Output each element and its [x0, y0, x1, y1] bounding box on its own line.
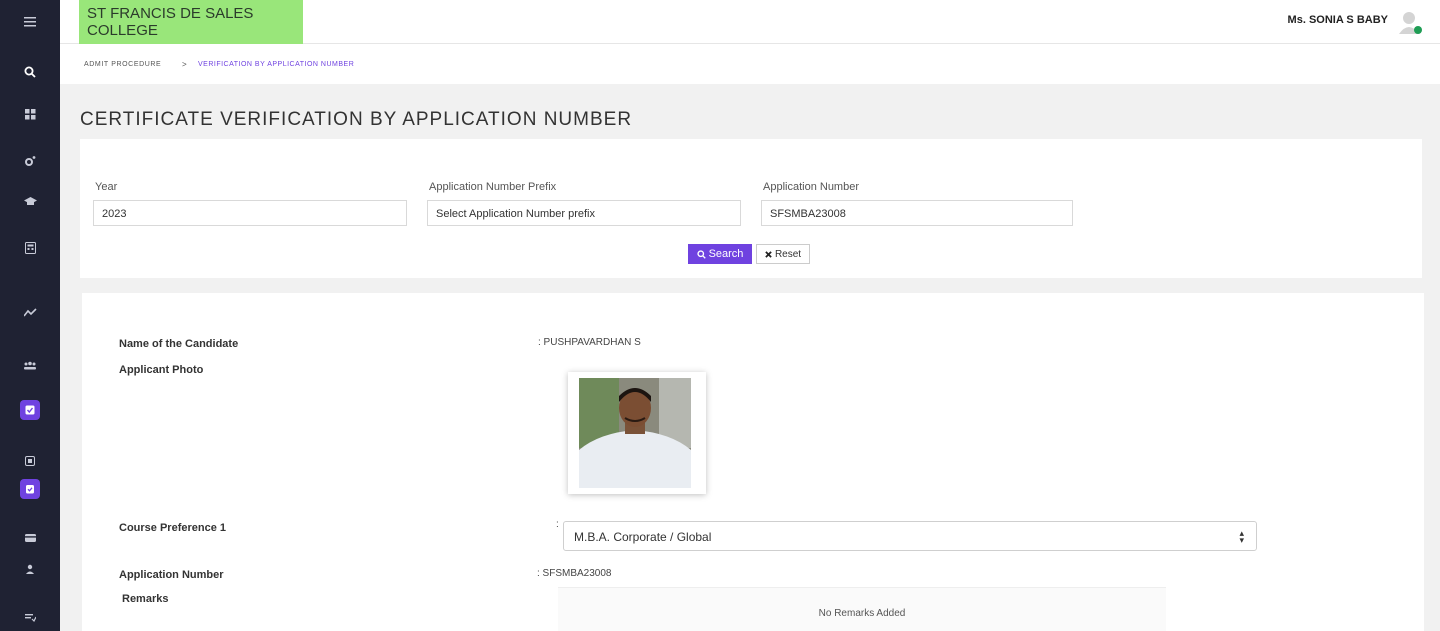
reset-button-label: Reset	[774, 248, 802, 260]
online-status-dot	[1414, 26, 1422, 34]
course-colon: :	[556, 519, 559, 530]
course-preference-value: M.B.A. Corporate / Global	[574, 530, 712, 544]
graduation-cap-icon[interactable]	[18, 190, 42, 214]
select-arrows-icon: ▴ ▾	[1239, 528, 1244, 545]
search-icon[interactable]	[18, 60, 42, 84]
list-filter-icon[interactable]	[18, 605, 42, 629]
breadcrumb-separator: >	[182, 60, 187, 69]
checkbox-icon[interactable]	[20, 400, 40, 420]
avatar[interactable]	[1398, 10, 1422, 34]
applicant-photo-label: Applicant Photo	[119, 364, 204, 376]
clipboard-check-icon[interactable]	[20, 479, 40, 499]
remarks-label: Remarks	[122, 593, 169, 605]
prefix-select[interactable]: Select Application Number prefix	[427, 200, 741, 226]
dashboard-icon[interactable]	[18, 102, 42, 126]
search-button[interactable]: Search	[688, 244, 752, 264]
remarks-box: No Remarks Added	[558, 587, 1166, 631]
users-icon[interactable]	[18, 353, 42, 377]
chart-line-icon[interactable]	[18, 300, 42, 324]
breadcrumb: ADMIT PROCEDURE > VERIFICATION BY APPLIC…	[60, 44, 1440, 84]
sidebar	[0, 0, 60, 631]
prefix-label: Application Number Prefix	[429, 181, 557, 193]
college-name[interactable]: ST FRANCIS DE SALES COLLEGE	[79, 0, 303, 44]
breadcrumb-root[interactable]: ADMIT PROCEDURE	[84, 61, 161, 68]
page-title: CERTIFICATE VERIFICATION BY APPLICATION …	[80, 109, 633, 130]
search-panel: Year 2023 Application Number Prefix Sele…	[80, 139, 1422, 278]
candidate-details-panel: Name of the Candidate : PUSHPAVARDHAN S …	[82, 293, 1424, 631]
applicant-photo-image	[579, 378, 691, 488]
user-name[interactable]: Ms. SONIA S BABY	[1288, 14, 1388, 26]
application-number-detail-value: : SFSMBA23008	[537, 568, 612, 579]
candidate-name-label: Name of the Candidate	[119, 338, 239, 350]
application-number-detail-label: Application Number	[119, 569, 224, 581]
document-icon[interactable]	[18, 449, 42, 473]
search-button-label: Search	[708, 248, 744, 260]
candidate-name-value: : PUSHPAVARDHAN S	[538, 337, 641, 348]
search-icon	[696, 249, 706, 259]
year-label: Year	[95, 181, 118, 193]
year-field[interactable]: 2023	[93, 200, 407, 226]
menu-icon[interactable]	[18, 10, 42, 34]
reset-button[interactable]: Reset	[756, 244, 810, 264]
breadcrumb-current: VERIFICATION BY APPLICATION NUMBER	[198, 61, 355, 68]
settings-icon[interactable]	[18, 149, 42, 173]
calculator-icon[interactable]	[18, 236, 42, 260]
course-preference-select[interactable]: M.B.A. Corporate / Global ▴ ▾	[563, 521, 1257, 551]
user-icon[interactable]	[18, 557, 42, 581]
top-header: ST FRANCIS DE SALES COLLEGE Ms. SONIA S …	[60, 0, 1440, 44]
close-icon	[765, 250, 772, 258]
applicant-photo	[568, 372, 706, 494]
remarks-text: No Remarks Added	[818, 608, 906, 619]
card-icon[interactable]	[18, 526, 42, 550]
application-number-label: Application Number	[763, 181, 859, 193]
application-number-input[interactable]: SFSMBA23008	[761, 200, 1073, 226]
course-preference-label: Course Preference 1	[119, 522, 226, 534]
